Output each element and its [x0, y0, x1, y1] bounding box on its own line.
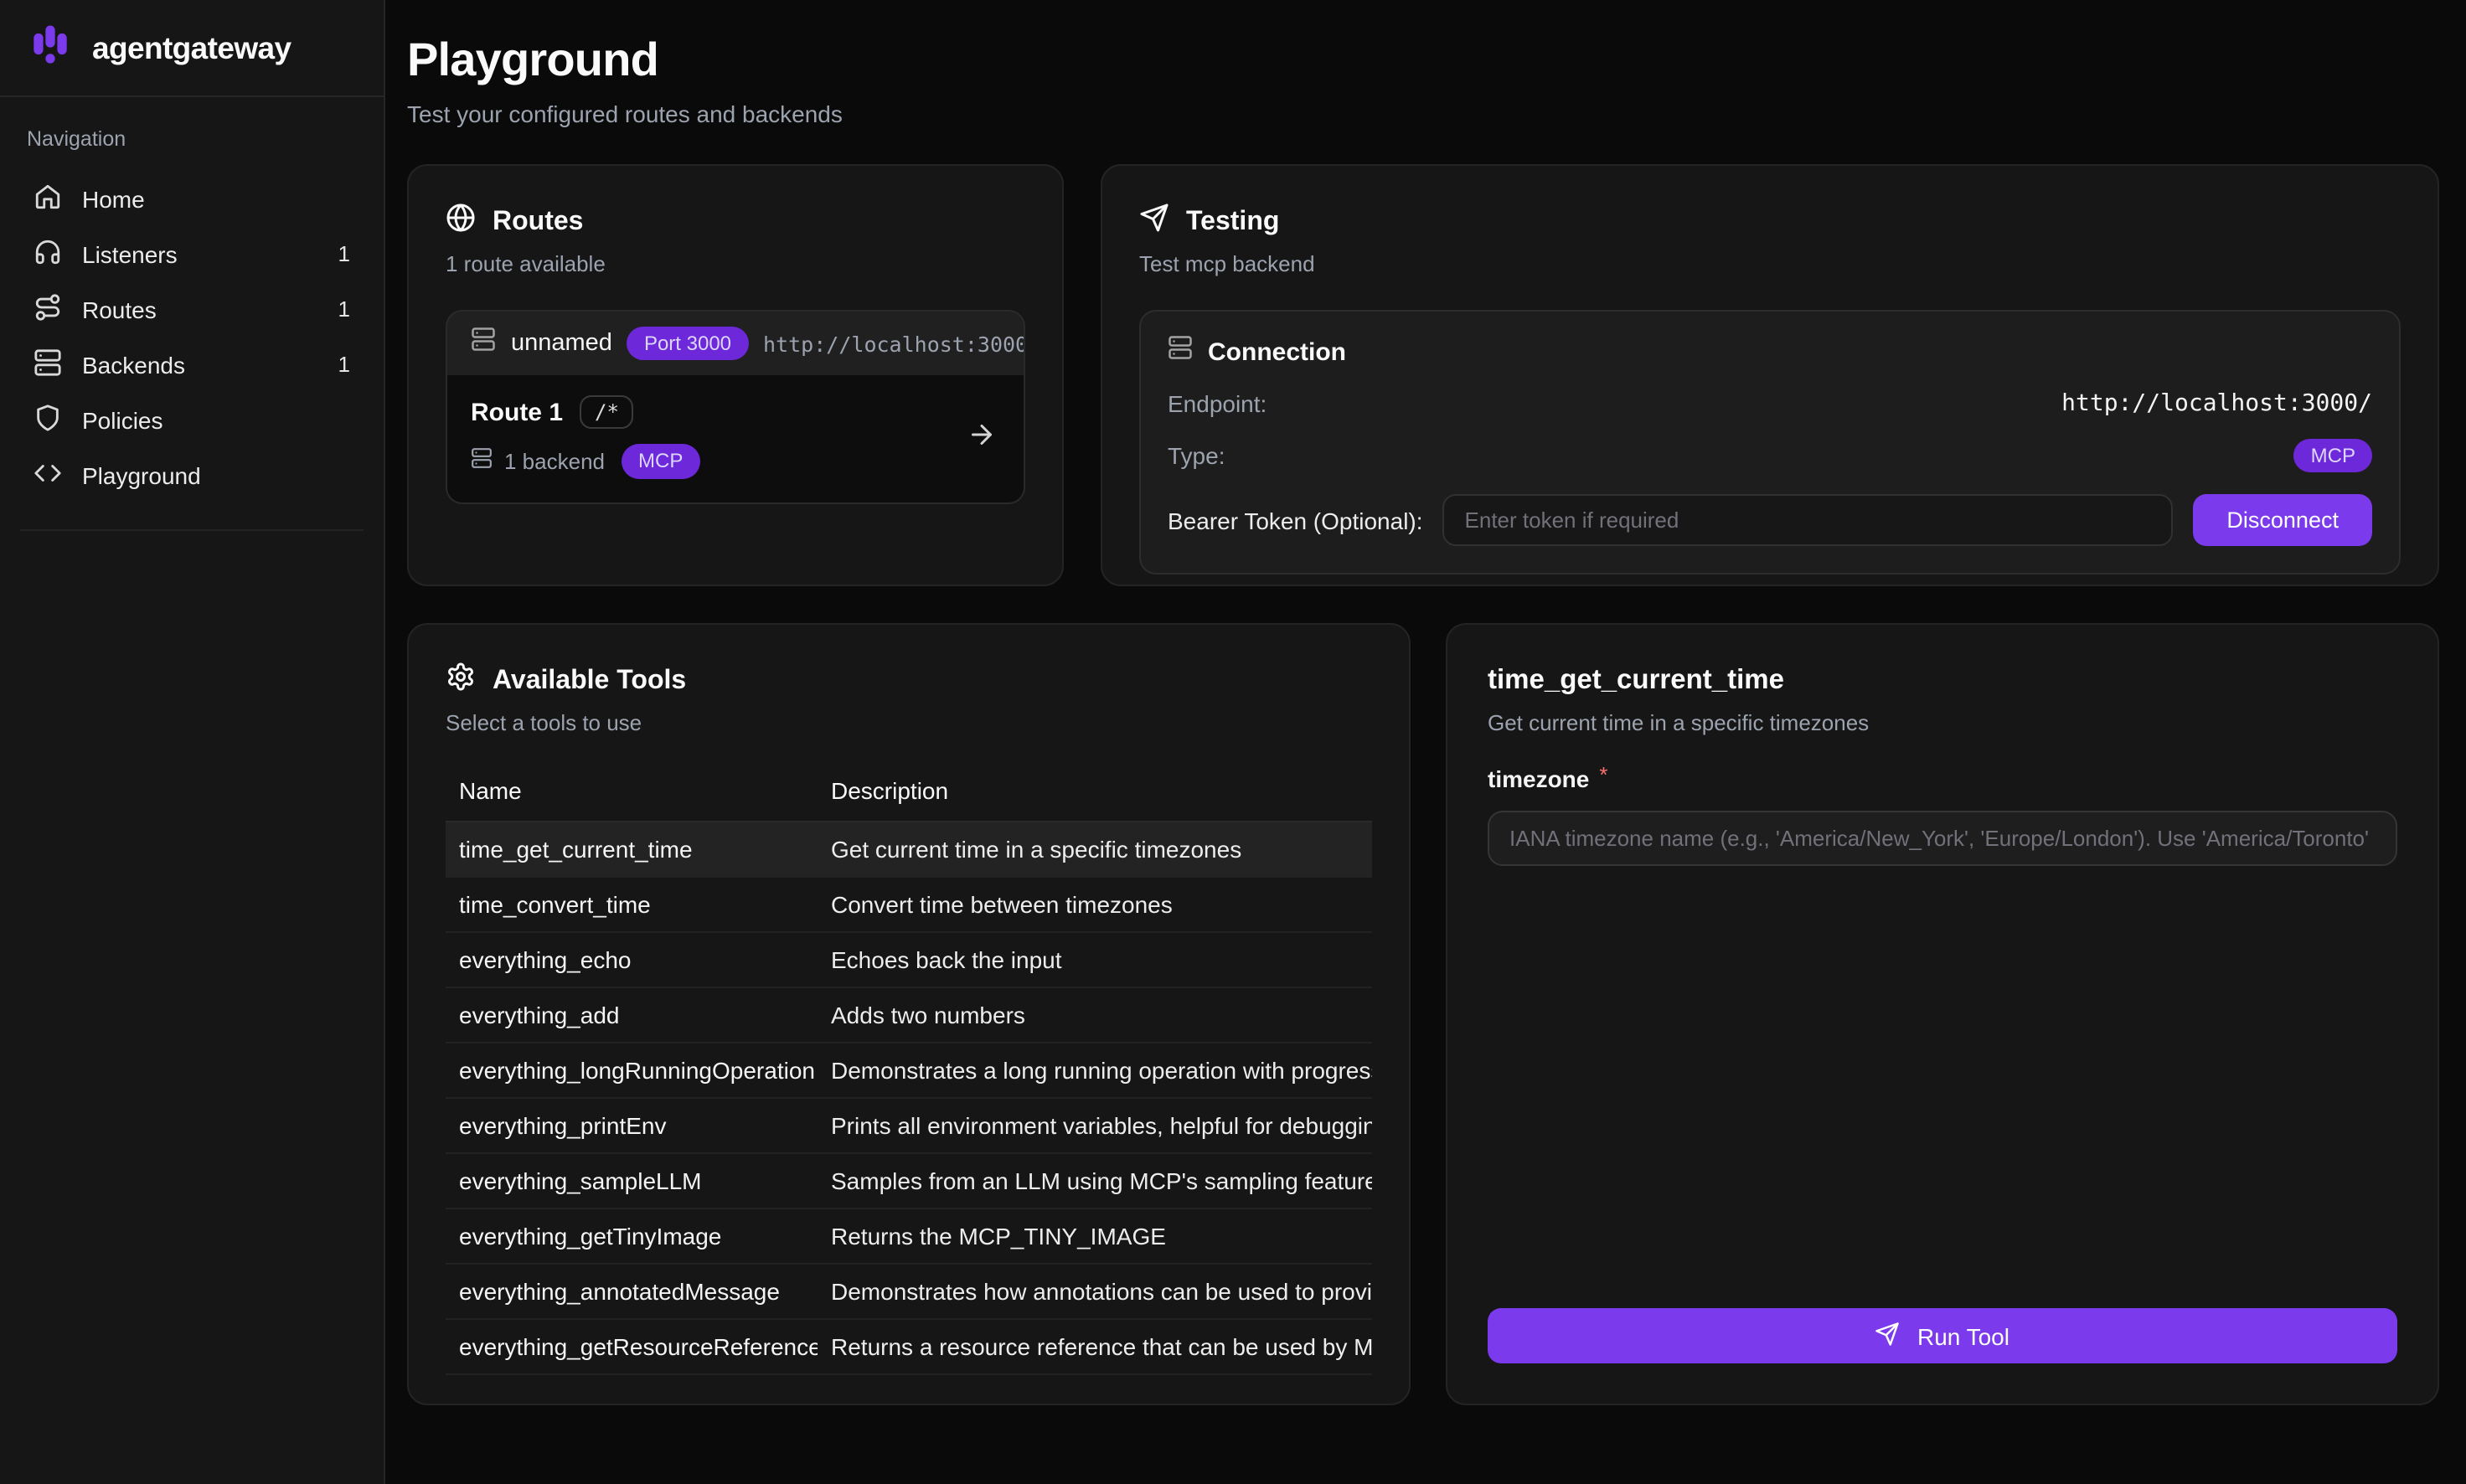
timezone-field-label: timezone: [1488, 765, 1589, 792]
server-icon: [1168, 335, 1193, 368]
sidebar-item-playground[interactable]: Playground: [20, 447, 364, 502]
connection-title: Connection: [1208, 338, 1346, 366]
tool-row[interactable]: time_convert_time Convert time between t…: [446, 878, 1372, 933]
sidebar-item-label: Playground: [82, 461, 201, 488]
server-icon: [34, 348, 62, 381]
tool-row[interactable]: everything_annotatedMessage Demonstrates…: [446, 1265, 1372, 1320]
route-icon: [34, 292, 62, 326]
listener-name: unnamed: [511, 330, 612, 357]
listener-group: unnamed Port 3000 http://localhost:3000/…: [446, 310, 1025, 504]
sidebar-item-label: Policies: [82, 406, 163, 433]
headphones-icon: [34, 237, 62, 271]
sidebar-item-home[interactable]: Home: [20, 171, 364, 226]
tool-panel-subtitle: Get current time in a specific timezones: [1488, 710, 2397, 735]
globe-icon: [446, 203, 476, 241]
bearer-token-input[interactable]: [1443, 495, 2174, 547]
listener-url: http://localhost:3000/: [763, 331, 1025, 356]
testing-card-title: Testing: [1186, 207, 1279, 237]
home-icon: [34, 182, 62, 215]
server-icon: [471, 327, 496, 360]
port-badge: Port 3000: [627, 327, 748, 361]
tools-table: Name Description time_get_current_time G…: [446, 770, 1372, 1375]
send-icon: [1139, 203, 1169, 241]
tool-row[interactable]: everything_add Adds two numbers: [446, 988, 1372, 1043]
sidebar-item-listeners[interactable]: Listeners 1: [20, 226, 364, 281]
route-backend-count: 1 backend: [504, 449, 605, 474]
sidebar-item-label: Routes: [82, 296, 157, 322]
tool-row[interactable]: everything_getResourceReference Returns …: [446, 1320, 1372, 1375]
agentgateway-logo-icon: [25, 18, 75, 77]
tool-row[interactable]: everything_longRunningOperation Demonstr…: [446, 1043, 1372, 1099]
endpoint-value: http://localhost:3000/: [2061, 390, 2372, 417]
testing-card: Testing Test mcp backend Connection Endp…: [1101, 164, 2439, 586]
tool-run-panel: time_get_current_time Get current time i…: [1446, 623, 2439, 1405]
type-label: Type:: [1168, 442, 1225, 469]
disconnect-button[interactable]: Disconnect: [2193, 495, 2372, 547]
send-icon: [1875, 1321, 1901, 1351]
timezone-input[interactable]: [1488, 811, 2397, 866]
available-tools-card: Available Tools Select a tools to use Na…: [407, 623, 1411, 1405]
gear-icon: [446, 662, 476, 700]
main-content: Playground Test your configured routes a…: [385, 0, 2466, 1484]
listener-header: unnamed Port 3000 http://localhost:3000/: [447, 312, 1024, 376]
type-mcp-badge: MCP: [2294, 439, 2372, 473]
nav-section-label: Navigation: [27, 127, 364, 151]
tools-table-header: Name Description: [446, 770, 1372, 822]
brand[interactable]: agentgateway: [0, 0, 384, 97]
tool-row[interactable]: everything_getTinyImage Returns the MCP_…: [446, 1209, 1372, 1265]
run-tool-button[interactable]: Run Tool: [1488, 1308, 2397, 1363]
routes-card-title: Routes: [493, 207, 583, 237]
server-icon: [471, 446, 493, 477]
code-icon: [34, 458, 62, 492]
sidebar-nav: Navigation Home Listeners 1 Routes 1 Bac…: [0, 97, 384, 531]
sidebar-item-backends[interactable]: Backends 1: [20, 337, 364, 392]
endpoint-label: Endpoint:: [1168, 390, 1267, 417]
sidebar-item-policies[interactable]: Policies: [20, 392, 364, 447]
tools-card-title: Available Tools: [493, 666, 686, 696]
nav-count: 1: [338, 241, 350, 266]
shield-icon: [34, 403, 62, 436]
sidebar-divider: [20, 529, 364, 531]
sidebar: agentgateway Navigation Home Listeners 1…: [0, 0, 385, 1484]
sidebar-item-routes[interactable]: Routes 1: [20, 281, 364, 337]
sidebar-item-label: Listeners: [82, 240, 178, 267]
arrow-right-icon: [967, 420, 997, 458]
bearer-token-label: Bearer Token (Optional):: [1168, 508, 1423, 534]
page-subtitle: Test your configured routes and backends: [407, 100, 2439, 127]
sidebar-item-label: Home: [82, 185, 145, 212]
page-title: Playground: [407, 33, 2439, 87]
tool-row[interactable]: everything_echo Echoes back the input: [446, 933, 1372, 988]
column-header-description: Description: [818, 770, 1372, 821]
mcp-badge: MCP: [622, 445, 699, 479]
brand-name: agentgateway: [92, 29, 291, 66]
app-window: agentgateway Navigation Home Listeners 1…: [0, 0, 2466, 1484]
nav-count: 1: [338, 296, 350, 322]
route-path-badge: /*: [580, 396, 634, 430]
tool-row[interactable]: time_get_current_time Get current time i…: [446, 822, 1372, 878]
route-name: Route 1: [471, 399, 563, 427]
tool-row[interactable]: everything_sampleLLM Samples from an LLM…: [446, 1154, 1372, 1209]
routes-card-subtitle: 1 route available: [446, 251, 1025, 276]
routes-card: Routes 1 route available unnamed Port 30…: [407, 164, 1064, 586]
tools-card-subtitle: Select a tools to use: [446, 710, 1372, 735]
column-header-name: Name: [446, 770, 818, 821]
route-item[interactable]: Route 1 /* 1 backend MCP: [447, 376, 1024, 502]
tool-panel-title: time_get_current_time: [1488, 665, 2397, 697]
run-tool-label: Run Tool: [1917, 1322, 2009, 1349]
sidebar-item-label: Backends: [82, 351, 185, 378]
testing-card-subtitle: Test mcp backend: [1139, 251, 2401, 276]
tool-row[interactable]: everything_printEnv Prints all environme…: [446, 1099, 1372, 1154]
required-marker: *: [1599, 762, 1607, 787]
nav-count: 1: [338, 352, 350, 377]
connection-panel: Connection Endpoint: http://localhost:30…: [1139, 310, 2401, 575]
